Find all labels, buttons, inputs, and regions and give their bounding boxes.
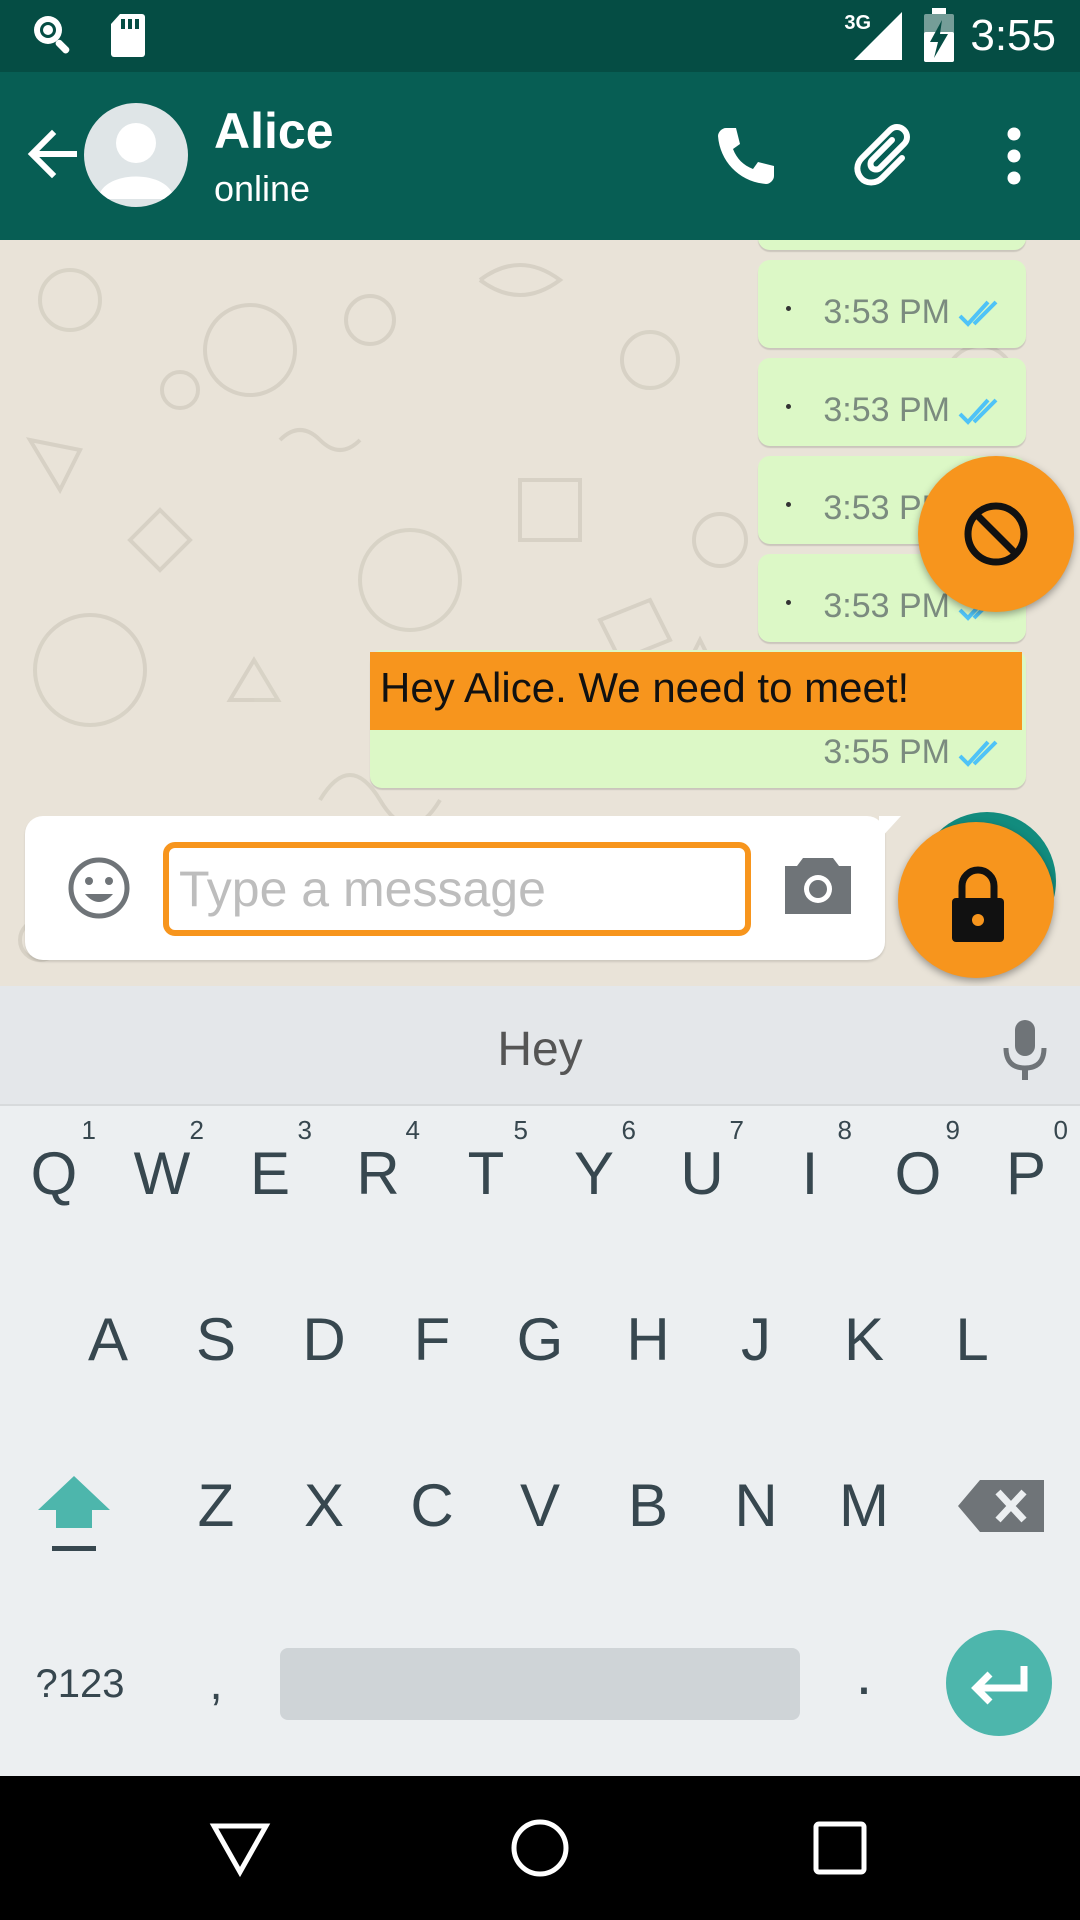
message-bubble-partial[interactable] [758,240,1026,250]
key-y[interactable]: Y6 [542,1114,646,1234]
shift-key[interactable] [22,1446,126,1566]
key-e[interactable]: E3 [218,1114,322,1234]
block-button[interactable] [918,456,1074,612]
message-text-dot [786,502,791,507]
key-m[interactable]: M [812,1446,916,1566]
key-b[interactable]: B [596,1446,700,1566]
message-text-dot [786,306,791,311]
space-bar[interactable] [280,1648,800,1720]
message-text: Hey Alice. We need to meet! [380,664,910,711]
emoji-icon[interactable] [65,854,133,922]
key-u[interactable]: U7 [650,1114,754,1234]
lock-button[interactable] [898,822,1054,978]
comma-key[interactable]: , [164,1624,268,1744]
signal-icon [854,12,903,60]
clock: 3:55 [970,11,1056,60]
soft-keyboard: Hey Q1 W2 E3 R4 T5 Y6 U7 I8 O9 P0 A S D … [0,986,1080,1776]
home-nav-icon[interactable] [508,1816,572,1880]
default-avatar-icon [98,123,174,199]
key-q[interactable]: Q1 [2,1114,106,1234]
symbols-key[interactable]: ?123 [18,1624,142,1744]
key-v[interactable]: V [488,1446,592,1566]
key-h[interactable]: H [596,1280,700,1400]
key-i[interactable]: I8 [758,1114,862,1234]
key-n[interactable]: N [704,1446,808,1566]
key-z[interactable]: Z [164,1446,268,1566]
key-o[interactable]: O9 [866,1114,970,1234]
back-nav-icon[interactable] [208,1816,272,1880]
key-a[interactable]: A [56,1280,160,1400]
key-c[interactable]: C [380,1446,484,1566]
key-s[interactable]: S [164,1280,268,1400]
message-time: 3:55 PM [823,733,950,771]
composer-bar [25,816,901,960]
message-input[interactable] [163,842,751,936]
attach-icon[interactable] [850,118,926,194]
key-t[interactable]: T5 [434,1114,538,1234]
key-r[interactable]: R4 [326,1114,430,1234]
key-p[interactable]: P0 [974,1114,1078,1234]
key-j[interactable]: J [704,1280,808,1400]
chat-header: Alice online [0,72,1080,240]
sd-card-icon [111,14,145,57]
key-d[interactable]: D [272,1280,376,1400]
key-g[interactable]: G [488,1280,592,1400]
message-bubble[interactable]: 3:53 PM [758,260,1026,348]
message-time: 3:53 PM [823,293,950,331]
period-key[interactable]: . [812,1614,916,1734]
battery-charging-icon [924,8,955,62]
key-f[interactable]: F [380,1280,484,1400]
message-text-dot [786,404,791,409]
back-arrow-icon[interactable] [22,124,82,184]
search-icon [34,16,70,54]
key-l[interactable]: L [920,1280,1024,1400]
microphone-icon[interactable] [998,1018,1052,1082]
backspace-key[interactable] [952,1446,1056,1566]
call-icon[interactable] [706,118,782,194]
enter-icon [971,1666,1028,1705]
read-ticks-icon [958,740,998,767]
contact-status: online [214,168,311,209]
message-text-dot [786,600,791,605]
more-options-icon[interactable] [976,118,1052,194]
message-bubble[interactable]: 3:53 PM [758,358,1026,446]
key-x[interactable]: X [272,1446,376,1566]
contact-name[interactable]: Alice [214,102,334,160]
status-bar: 3G 3:55 [0,0,1080,72]
read-ticks-icon [958,300,998,327]
message-time: 3:53 PM [823,391,950,429]
block-icon [964,502,1028,566]
suggestion-word[interactable]: Hey [0,1022,1080,1077]
recents-nav-icon[interactable] [808,1816,872,1880]
backspace-icon [958,1480,1044,1532]
avatar[interactable] [84,103,188,207]
shift-icon [38,1476,110,1551]
key-k[interactable]: K [812,1280,916,1400]
suggestion-strip: Hey [0,986,1080,1106]
read-ticks-icon [958,398,998,425]
key-w[interactable]: W2 [110,1114,214,1234]
lock-icon [952,866,1004,942]
enter-key[interactable] [946,1630,1052,1736]
camera-icon[interactable] [781,852,855,918]
navigation-bar [0,1776,1080,1920]
